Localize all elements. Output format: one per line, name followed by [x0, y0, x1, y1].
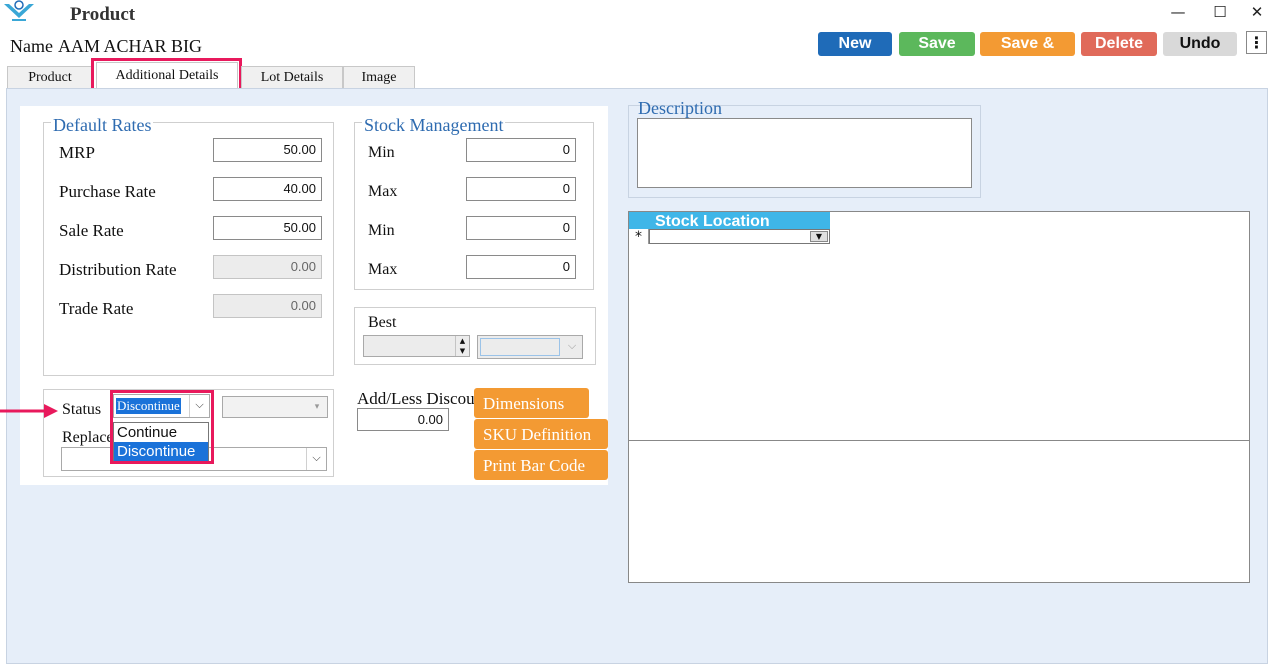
- undo-button[interactable]: Undo: [1163, 32, 1237, 56]
- stock-max-2-label: Max: [368, 261, 398, 278]
- default-rates-title: Default Rates: [51, 115, 154, 136]
- stock-location-header: Stock Location: [629, 212, 830, 229]
- stock-max-label: Max: [368, 183, 398, 200]
- pointer-arrow-icon: [0, 404, 58, 418]
- grid-splitter[interactable]: [629, 440, 1249, 441]
- add-less-input[interactable]: 0.00: [357, 408, 449, 431]
- purchase-rate-label: Purchase Rate: [59, 182, 156, 201]
- status-label: Status: [62, 401, 102, 418]
- save-button[interactable]: Save: [899, 32, 975, 56]
- trade-rate-input: 0.00: [213, 294, 322, 318]
- more-options-icon[interactable]: ⋮: [1246, 31, 1267, 54]
- new-row-marker: *: [629, 229, 649, 245]
- stock-location-grid: [628, 211, 1250, 583]
- tab-product[interactable]: Product: [7, 66, 93, 88]
- status-highlight-box: [110, 390, 214, 464]
- new-button[interactable]: New: [818, 32, 892, 56]
- minimize-button[interactable]: —: [1164, 1, 1192, 23]
- distribution-rate-label: Distribution Rate: [59, 260, 177, 279]
- name-label: Name: [10, 36, 53, 56]
- close-button[interactable]: ✕: [1243, 1, 1270, 23]
- caret-down-icon: ▼: [810, 231, 828, 242]
- stock-management-title: Stock Management: [362, 115, 506, 136]
- dimensions-button[interactable]: Dimensions: [474, 388, 589, 418]
- print-bar-code-button[interactable]: Print Bar Code: [474, 450, 608, 480]
- save-and-button[interactable]: Save &: [980, 32, 1075, 56]
- stepper-arrows-icon[interactable]: ▲ ▼: [455, 336, 469, 356]
- best-dropdown[interactable]: ⌵: [477, 335, 583, 359]
- name-field[interactable]: AAM ACHAR BIG: [58, 36, 258, 57]
- status-secondary-dropdown[interactable]: ▾: [222, 396, 328, 418]
- chevron-down-icon: ⌵: [567, 339, 577, 352]
- stock-max-input[interactable]: 0: [466, 177, 576, 201]
- distribution-rate-input: 0.00: [213, 255, 322, 279]
- stock-min-2-input[interactable]: 0: [466, 216, 576, 240]
- tab-highlight-box: [91, 58, 242, 91]
- trade-rate-label: Trade Rate: [59, 299, 134, 318]
- stock-min-label: Min: [368, 144, 395, 161]
- add-less-label: Add/Less Discount: [357, 389, 475, 408]
- window-title: Product: [70, 4, 136, 25]
- app-logo-icon: [4, 0, 34, 21]
- stock-min-input[interactable]: 0: [466, 138, 576, 162]
- description-title: Description: [638, 98, 722, 118]
- mrp-input[interactable]: 50.00: [213, 138, 322, 162]
- description-textarea[interactable]: [637, 118, 972, 188]
- best-stepper[interactable]: ▲ ▼: [363, 335, 470, 357]
- best-dropdown-value: [480, 338, 560, 356]
- stock-max-2-input[interactable]: 0: [466, 255, 576, 279]
- tab-image[interactable]: Image: [343, 66, 415, 88]
- best-label: Best: [368, 314, 397, 331]
- purchase-rate-input[interactable]: 40.00: [213, 177, 322, 201]
- stock-location-cell-dropdown[interactable]: ▼: [649, 229, 830, 244]
- sku-definition-button[interactable]: SKU Definition: [474, 419, 608, 449]
- stock-min-2-label: Min: [368, 222, 395, 239]
- maximize-button[interactable]: ☐: [1206, 1, 1234, 23]
- chevron-down-icon: ⌵: [306, 448, 326, 470]
- tab-lot-details[interactable]: Lot Details: [241, 66, 343, 88]
- delete-button[interactable]: Delete: [1081, 32, 1157, 56]
- sale-rate-input[interactable]: 50.00: [213, 216, 322, 240]
- sale-rate-label: Sale Rate: [59, 221, 124, 240]
- caret-down-icon: ▾: [314, 402, 320, 412]
- mrp-label: MRP: [59, 143, 95, 162]
